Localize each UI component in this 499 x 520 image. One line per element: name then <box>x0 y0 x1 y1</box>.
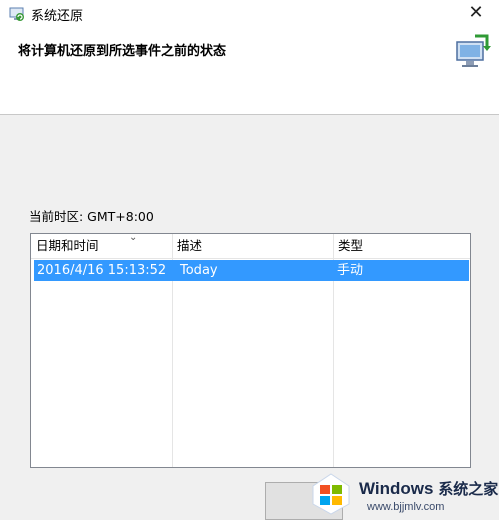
table-row[interactable]: 2016/4/16 15:13:52 Today 手动 <box>34 260 469 281</box>
page-title: 将计算机还原到所选事件之前的状态 <box>18 44 227 59</box>
column-header-label: 描述 <box>177 238 203 253</box>
watermark: Windows 系统之家 www.bjjmlv.com <box>307 469 499 520</box>
cell-date-time: 2016/4/16 15:13:52 <box>37 263 167 278</box>
computer-restore-icon <box>456 34 491 67</box>
column-header-label: 日期和时间 <box>36 238 99 253</box>
column-header-type[interactable]: 类型 <box>333 234 470 258</box>
column-header-date-time[interactable]: 日期和时间 ⌄ <box>31 234 172 258</box>
watermark-brand-cn: 系统之家 <box>438 481 499 498</box>
system-restore-icon <box>9 7 24 21</box>
close-icon: ✕ <box>468 2 484 23</box>
window-title: 系统还原 <box>31 9 84 24</box>
sort-caret-icon: ⌄ <box>129 233 138 243</box>
timezone-label: 当前时区: GMT+8:00 <box>29 209 154 224</box>
column-header-description[interactable]: 描述 <box>172 234 333 258</box>
title-bar: 系统还原 ✕ <box>0 0 499 28</box>
close-button[interactable]: ✕ <box>453 0 499 28</box>
cell-description: Today <box>180 263 218 278</box>
column-header-label: 类型 <box>338 238 364 253</box>
wizard-header: 将计算机还原到所选事件之前的状态 <box>0 28 499 115</box>
list-header: 日期和时间 ⌄ 描述 类型 <box>31 234 470 259</box>
restore-point-list[interactable]: 日期和时间 ⌄ 描述 类型 2016/4/16 15:13:52 Today 手… <box>30 233 471 468</box>
watermark-url: www.bjjmlv.com <box>367 501 445 513</box>
cell-type: 手动 <box>337 263 364 278</box>
windows-logo-icon <box>312 473 350 515</box>
watermark-brand: Windows 系统之家 <box>359 479 499 498</box>
